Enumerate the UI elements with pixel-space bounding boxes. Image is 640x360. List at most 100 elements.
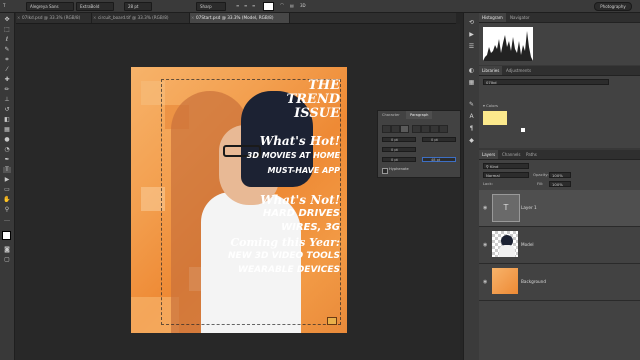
tab-adjustments[interactable]: Adjustments (503, 66, 534, 75)
justify-last-center-button[interactable] (421, 125, 430, 133)
marquee-tool-icon[interactable]: ⬚ (3, 27, 11, 33)
paragraph-icon[interactable]: ¶ (468, 125, 475, 132)
justify-all-button[interactable] (439, 125, 448, 133)
space-after-field[interactable]: 48 pt (422, 157, 456, 162)
history-icon[interactable]: ⟲ (468, 19, 475, 26)
character-icon[interactable]: A (468, 113, 475, 120)
opacity-field[interactable]: 100% (549, 172, 571, 178)
indent-first-line-field[interactable]: 0 pt (382, 147, 416, 152)
type-tool-icon[interactable]: T (3, 0, 5, 12)
brush-preset-icon[interactable]: ✎ (468, 101, 475, 108)
hot-item-2: MUST-HAVE APP (267, 166, 340, 175)
align-left-icon[interactable]: ≡ (236, 0, 239, 12)
align-right-button[interactable] (400, 125, 409, 133)
libraries-panel: 07Ikd ▾ Colors (479, 76, 640, 148)
color-swatch-yellow[interactable] (483, 111, 507, 125)
zoom-tool-icon[interactable]: ⚲ (3, 207, 11, 213)
options-bar: T Alegreya Sans ExtraBold 28 pt Sharp ≡ … (0, 0, 640, 13)
logo-badge (327, 317, 337, 325)
coming-item-2: WEARABLE DEVICES (238, 265, 340, 275)
brush-tool-icon[interactable]: ✏ (3, 87, 11, 93)
library-select[interactable]: 07Ikd (483, 79, 609, 85)
align-center-icon[interactable]: ≡ (244, 0, 247, 12)
crop-tool-icon[interactable]: ⌗ (3, 57, 11, 63)
clone-stamp-tool-icon[interactable]: ⊥ (3, 97, 11, 103)
path-selection-tool-icon[interactable]: ▶ (3, 177, 11, 183)
lasso-tool-icon[interactable]: ℓ (3, 37, 11, 43)
history-brush-tool-icon[interactable]: ↺ (3, 107, 11, 113)
pen-tool-icon[interactable]: ✒ (3, 157, 11, 163)
align-center-button[interactable] (391, 125, 400, 133)
layer-row-layer1[interactable]: ◉ T Layer 1 (479, 190, 640, 227)
visibility-eye-icon[interactable]: ◉ (483, 205, 487, 211)
tab-navigator[interactable]: Navigator (507, 13, 533, 22)
indent-left-field[interactable]: 0 pt (382, 137, 416, 142)
workspace-switcher[interactable]: Photography (594, 2, 632, 11)
properties-icon[interactable]: ☰ (468, 43, 475, 50)
quick-select-tool-icon[interactable]: ✎ (3, 47, 11, 53)
rectangle-tool-icon[interactable]: ▭ (3, 187, 11, 193)
tab-circuit-board[interactable]: × circuit_board.tif @ 33.3% (RGB/8) (92, 13, 190, 23)
close-icon[interactable]: × (191, 13, 194, 23)
tab-libraries[interactable]: Libraries (479, 66, 503, 75)
document-tabs: × 07Ikd.psd @ 33.3% (RGB/8) × circuit_boar… (16, 13, 456, 24)
tab-layers[interactable]: Layers (479, 150, 499, 159)
actions-icon[interactable]: ▶ (468, 31, 475, 38)
tab-07start[interactable]: × 07Start.psd @ 33.3% (Model, RGB/8) (190, 13, 290, 23)
screen-mode-icon[interactable]: ▢ (3, 257, 11, 263)
right-panels: Histogram Navigator Libraries Adjustment… (479, 13, 640, 360)
3d-icon[interactable]: 3D (300, 0, 306, 12)
hyphenate-checkbox[interactable] (382, 168, 388, 174)
visibility-eye-icon[interactable]: ◉ (483, 242, 487, 248)
fill-field[interactable]: 100% (549, 181, 571, 187)
move-tool-icon[interactable]: ✥ (3, 17, 11, 23)
eraser-tool-icon[interactable]: ◧ (3, 117, 11, 123)
justify-last-left-button[interactable] (412, 125, 421, 133)
layer-filter-select[interactable]: ⚲ Kind (483, 163, 529, 169)
document-canvas[interactable]: THE TREND ISSUE What's Hot! 3D MOVIES AT… (131, 67, 347, 333)
space-before-field[interactable]: 0 pt (382, 157, 416, 162)
gradient-tool-icon[interactable]: ▦ (3, 127, 11, 133)
warp-text-icon[interactable]: ⌒ (280, 0, 284, 12)
glyphs-icon[interactable]: ◆ (468, 137, 475, 144)
poster-title-line3: ISSUE (294, 106, 340, 121)
tab-07ikd[interactable]: × 07Ikd.psd @ 33.3% (RGB/8) (16, 13, 92, 23)
tab-paths[interactable]: Paths (523, 150, 540, 159)
character-panel-icon[interactable]: ▤ (290, 0, 294, 12)
paragraph-panel: Character Paragraph 0 pt 0 pt 0 pt 0 pt … (377, 110, 461, 178)
eyedropper-tool-icon[interactable]: ⁄ (3, 67, 11, 73)
color-icon[interactable]: ◐ (468, 67, 475, 74)
close-icon[interactable]: × (17, 13, 20, 23)
blend-mode-select[interactable]: Normal (483, 172, 529, 178)
font-family-select[interactable]: Alegreya Sans (26, 2, 74, 11)
dodge-tool-icon[interactable]: ◔ (3, 147, 11, 153)
indent-right-field[interactable]: 0 pt (422, 137, 456, 142)
anti-alias-select[interactable]: Sharp (196, 2, 226, 11)
quick-mask-icon[interactable]: ◙ (3, 247, 11, 253)
visibility-eye-icon[interactable]: ◉ (483, 279, 487, 285)
histogram-tabs: Histogram Navigator (479, 13, 640, 23)
foreground-color-swatch[interactable] (2, 231, 11, 240)
hand-tool-icon[interactable]: ✋ (3, 197, 11, 203)
align-left-button[interactable] (382, 125, 391, 133)
edit-toolbar-icon[interactable]: … (3, 217, 11, 223)
layer-row-background[interactable]: ◉ Background (479, 264, 640, 301)
justify-last-right-button[interactable] (430, 125, 439, 133)
align-right-icon[interactable]: ≡ (252, 0, 255, 12)
swatches-icon[interactable]: ▦ (468, 79, 475, 86)
text-color-swatch[interactable] (263, 2, 274, 11)
close-icon[interactable]: × (93, 13, 96, 23)
colors-header: ▾ Colors (483, 103, 499, 108)
font-size-select[interactable]: 28 pt (124, 2, 152, 11)
type-tool-icon[interactable]: T (3, 167, 11, 173)
color-swatch-white[interactable] (521, 128, 525, 132)
tab-character[interactable]: Character (378, 111, 404, 119)
tab-histogram[interactable]: Histogram (479, 13, 506, 22)
blur-tool-icon[interactable]: ● (3, 137, 11, 143)
font-style-select[interactable]: ExtraBold (76, 2, 114, 11)
tab-channels[interactable]: Channels (499, 150, 524, 159)
background-layer-thumbnail (492, 268, 518, 294)
tab-paragraph[interactable]: Paragraph (406, 111, 433, 119)
layer-row-model[interactable]: ◉ Model (479, 227, 640, 264)
healing-brush-tool-icon[interactable]: ✚ (3, 77, 11, 83)
